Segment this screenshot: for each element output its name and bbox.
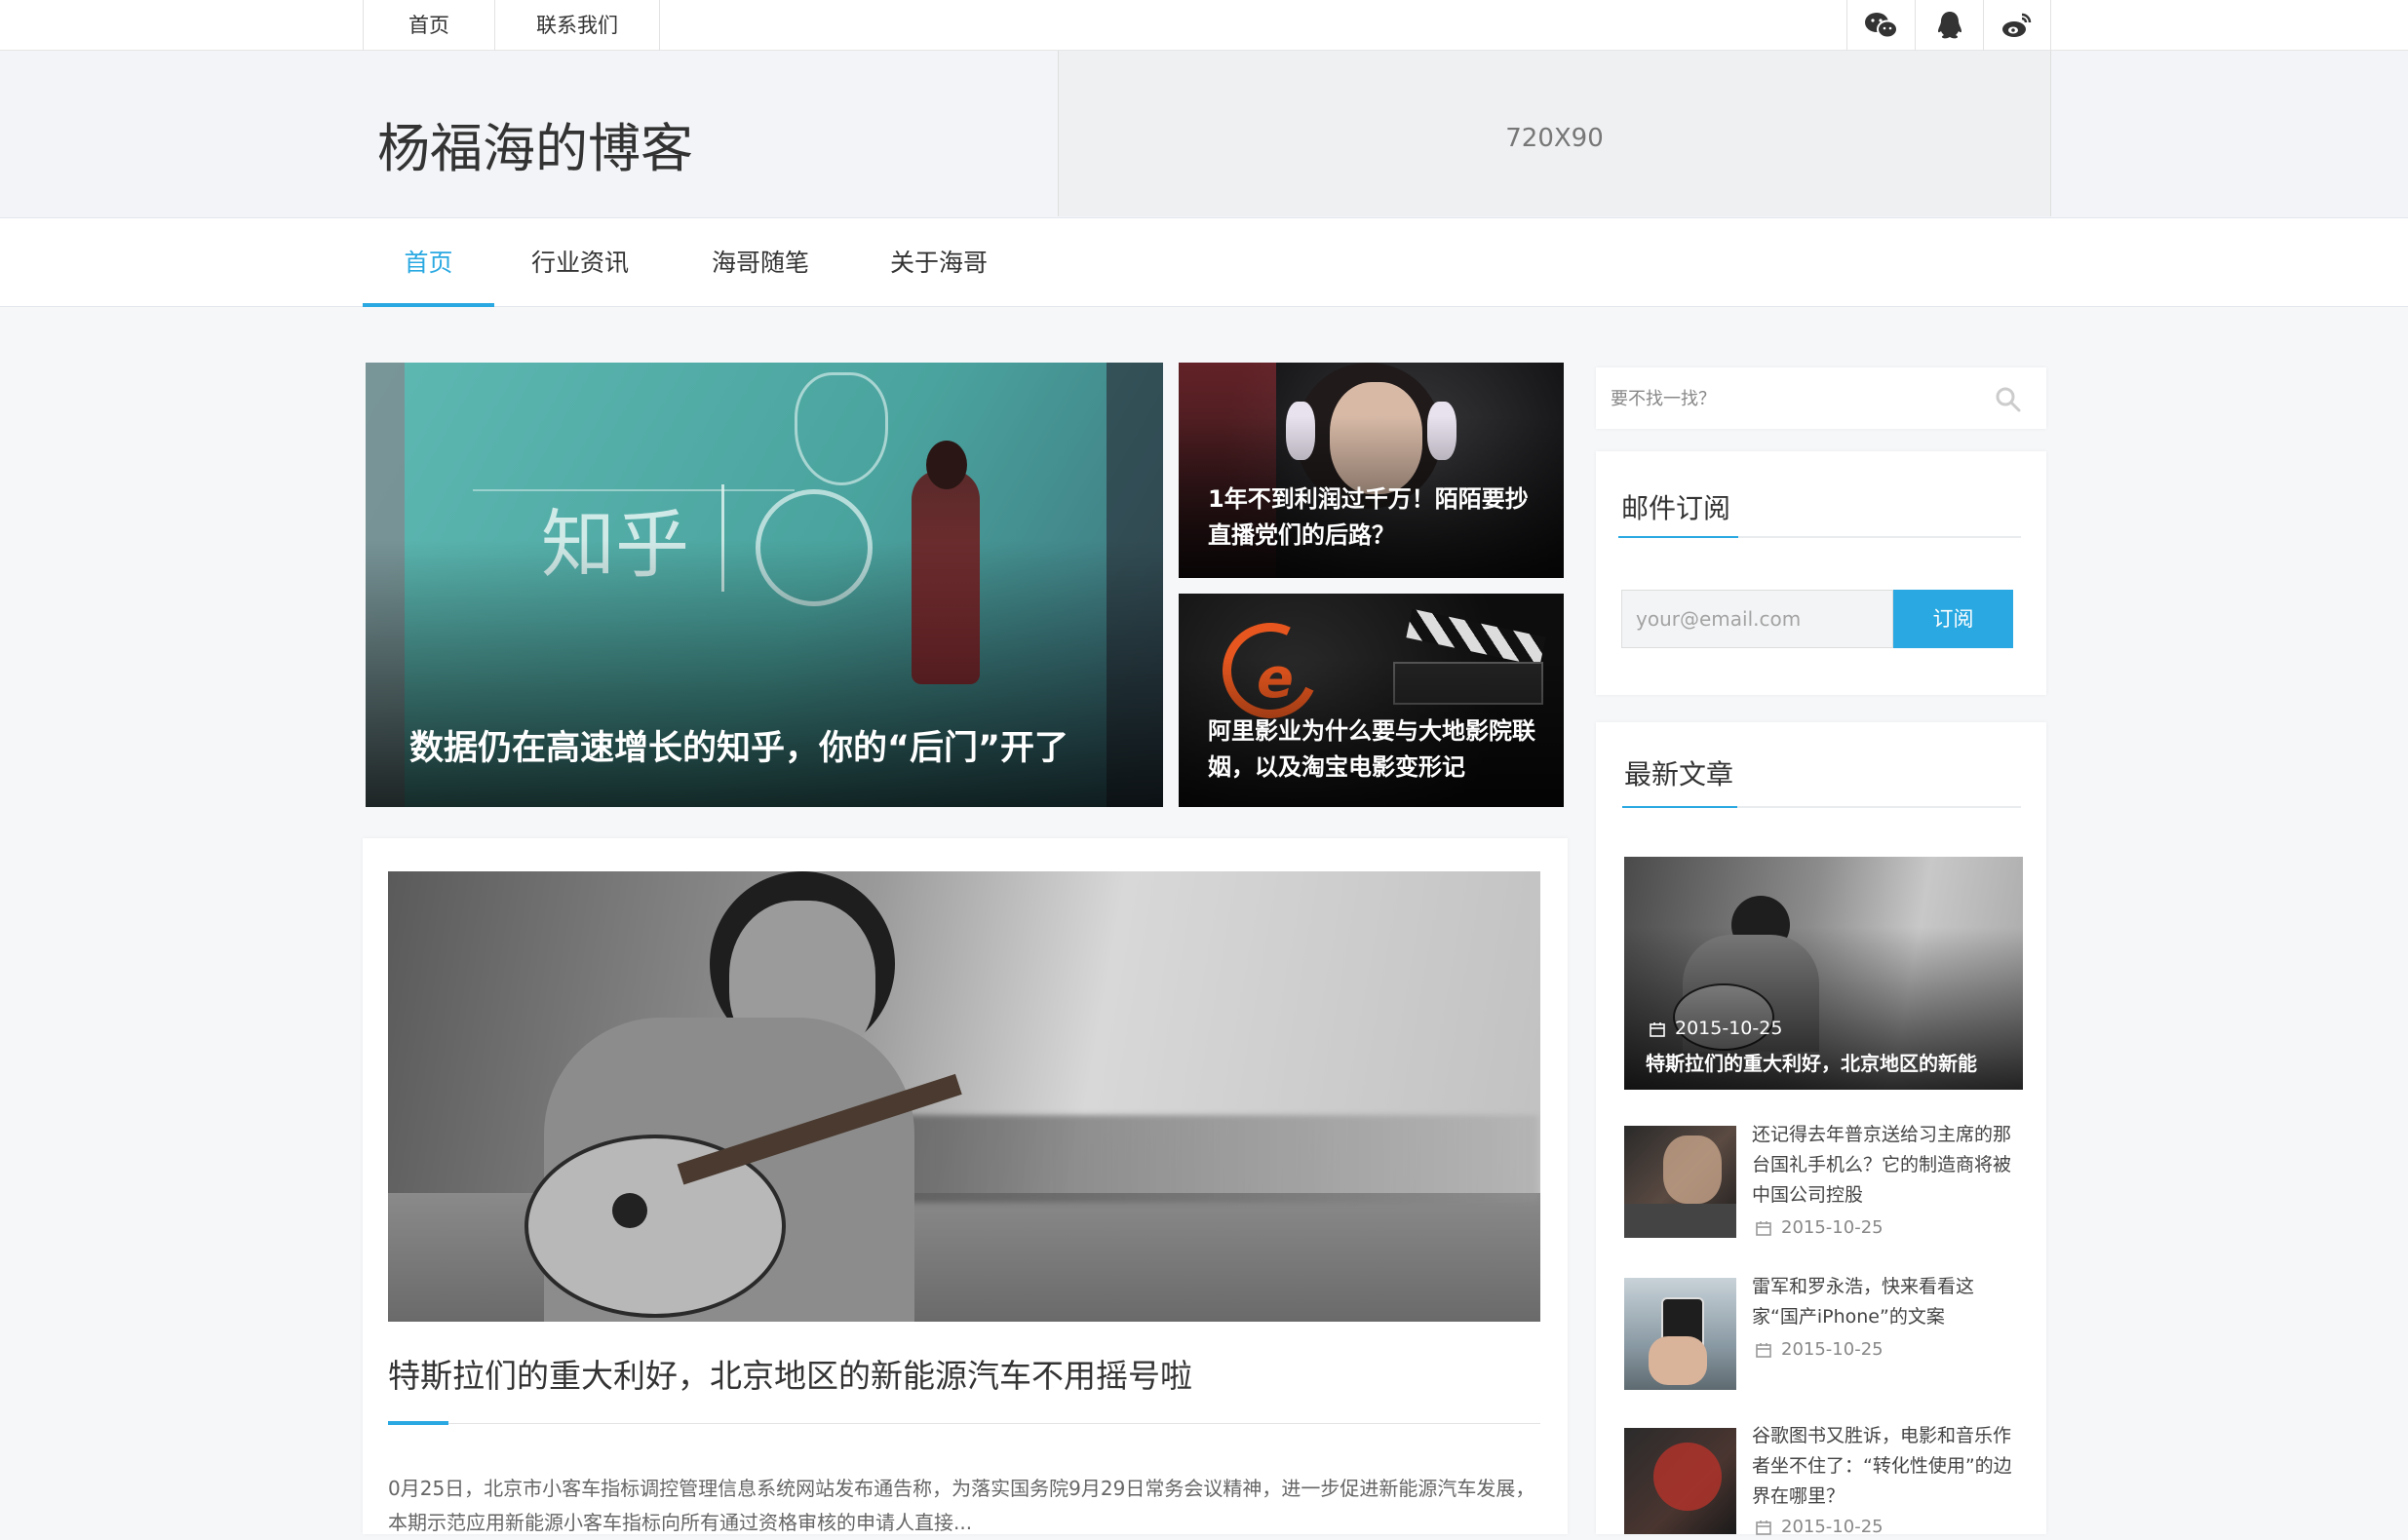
slide-side-2[interactable]: e 阿里影业为什么要与大地影院联姻，以及淘宝电影变形记 (1179, 594, 1564, 807)
featured-post-date-text: 2015-10-25 (1675, 1018, 1783, 1039)
calendar-icon (1650, 1021, 1665, 1037)
calendar-icon (1756, 1521, 1771, 1535)
site-title[interactable]: 杨福海的博客 (377, 105, 693, 182)
nav-essays[interactable]: 海哥随笔 (692, 218, 829, 307)
nav-about[interactable]: 关于海哥 (871, 218, 1007, 307)
slide-side-1[interactable]: 1年不到利润过千万！陌陌要抄直播党们的后路？ (1179, 363, 1564, 578)
recent-item-title[interactable]: 还记得去年普京送给习主席的那台国礼手机么？它的制造商将被中国公司控股 (1752, 1120, 2015, 1211)
qq-icon[interactable] (1915, 0, 1983, 51)
slide-side-1-title[interactable]: 1年不到利润过千万！陌陌要抄直播党们的后路？ (1208, 481, 1544, 554)
slide-side-2-title[interactable]: 阿里影业为什么要与大地影院联姻，以及淘宝电影变形记 (1208, 713, 1544, 786)
recent-item-thumb[interactable] (1624, 1428, 1736, 1534)
recent-item-thumb[interactable] (1624, 1278, 1736, 1390)
main-nav (0, 218, 2408, 307)
wechat-icon[interactable] (1846, 0, 1915, 51)
email-field[interactable] (1621, 590, 1893, 648)
nav-active-indicator (363, 303, 494, 307)
post-excerpt: 0月25日，北京市小客车指标调控管理信息系统网站发布通告称，为落实国务院9月29… (388, 1477, 1535, 1534)
ad-placeholder-text: 720X90 (1505, 124, 1604, 153)
subscribe-title: 邮件订阅 (1621, 492, 1731, 524)
search-input[interactable] (1609, 380, 1989, 417)
recent-item-date-text: 2015-10-25 (1781, 1217, 1884, 1238)
calendar-icon (1756, 1221, 1771, 1236)
top-link-home[interactable]: 首页 (363, 0, 494, 51)
recent-item-date: 2015-10-25 (1756, 1217, 1884, 1238)
recent-item-date: 2015-10-25 (1756, 1339, 1884, 1360)
featured-post-title[interactable]: 特斯拉们的重大利好，北京地区的新能 (1646, 1048, 1977, 1076)
recent-posts-title: 最新文章 (1624, 758, 1734, 790)
nav-home[interactable]: 首页 (363, 218, 494, 307)
weibo-icon[interactable] (1983, 0, 2051, 51)
nav-industry-news[interactable]: 行业资讯 (512, 218, 648, 307)
recent-item-date-text: 2015-10-25 (1781, 1339, 1884, 1360)
post-title[interactable]: 特斯拉们的重大利好，北京地区的新能源汽车不用摇号啦 (388, 1350, 1192, 1397)
search-icon[interactable] (1995, 386, 2022, 413)
recent-item-title[interactable]: 谷歌图书又胜诉，电影和音乐作者坐不住了：“转化性使用”的边界在哪里？ (1752, 1421, 2015, 1512)
slide-main[interactable]: 知乎 数据仍在高速增长的知乎，你的“后门”开了 (366, 363, 1163, 807)
subscribe-button[interactable]: 订阅 (1893, 590, 2013, 648)
recent-item-title[interactable]: 雷军和罗永浩，快来看看这家“国产iPhone”的文案 (1752, 1272, 2015, 1332)
post-divider (388, 1423, 1540, 1424)
slide-main-title[interactable]: 数据仍在高速增长的知乎，你的“后门”开了 (409, 720, 1163, 770)
recent-posts-divider-accent (1622, 806, 1737, 808)
ad-banner[interactable]: 720X90 (1058, 51, 2051, 216)
post-divider-accent (388, 1421, 448, 1425)
recent-item-thumb[interactable] (1624, 1126, 1736, 1238)
calendar-icon (1756, 1343, 1771, 1358)
post-image[interactable] (388, 871, 1540, 1322)
subscribe-divider-accent (1618, 536, 1738, 538)
top-link-contact[interactable]: 联系我们 (494, 0, 660, 51)
featured-post-date: 2015-10-25 (1650, 1018, 1782, 1039)
